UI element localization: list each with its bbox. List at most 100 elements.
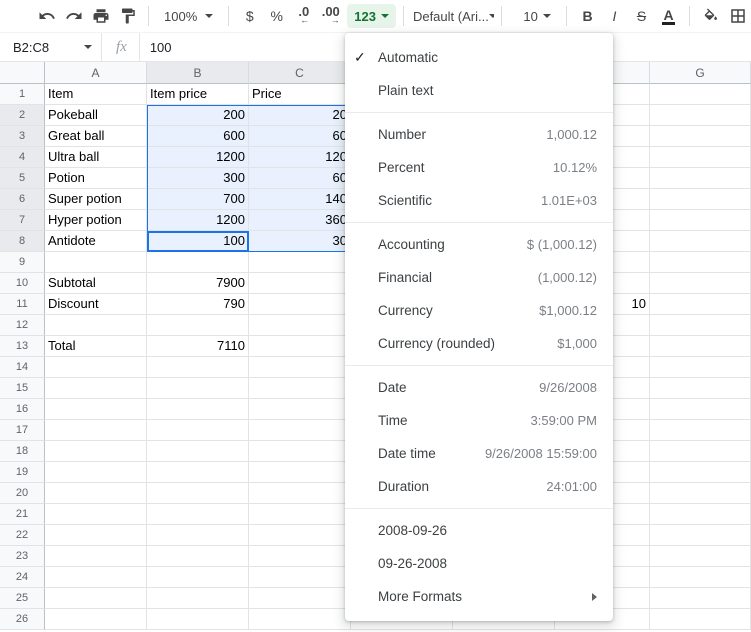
column-header-C[interactable]: C [249, 62, 351, 84]
cell-C24[interactable] [249, 567, 351, 588]
cell-G18[interactable] [650, 441, 751, 462]
row-header-9[interactable]: 9 [0, 252, 45, 273]
cell-C15[interactable] [249, 378, 351, 399]
cell-A18[interactable] [45, 441, 147, 462]
cell-A4[interactable]: Ultra ball [45, 147, 147, 168]
paint-format-button[interactable] [114, 4, 141, 28]
cell-B10[interactable]: 7900 [147, 273, 249, 294]
cell-B17[interactable] [147, 420, 249, 441]
cell-C6[interactable]: 140 [249, 189, 351, 210]
cell-C3[interactable]: 60 [249, 126, 351, 147]
row-header-26[interactable]: 26 [0, 609, 45, 630]
cell-G10[interactable] [650, 273, 751, 294]
cell-G21[interactable] [650, 504, 751, 525]
cell-A25[interactable] [45, 588, 147, 609]
cell-G16[interactable] [650, 399, 751, 420]
cell-A6[interactable]: Super potion [45, 189, 147, 210]
menu-item-time[interactable]: Time3:59:00 PM [345, 404, 613, 437]
cell-C10[interactable] [249, 273, 351, 294]
menu-item-date-dash[interactable]: 09-26-2008 [345, 547, 613, 580]
cell-G3[interactable] [650, 126, 751, 147]
cell-C5[interactable]: 60 [249, 168, 351, 189]
cell-G26[interactable] [650, 609, 751, 630]
row-header-6[interactable]: 6 [0, 189, 45, 210]
cell-A2[interactable]: Pokeball [45, 105, 147, 126]
cell-C2[interactable]: 20 [249, 105, 351, 126]
cell-A22[interactable] [45, 525, 147, 546]
cell-G12[interactable] [650, 315, 751, 336]
cell-A20[interactable] [45, 483, 147, 504]
cell-C4[interactable]: 120 [249, 147, 351, 168]
row-header-12[interactable]: 12 [0, 315, 45, 336]
cell-G5[interactable] [650, 168, 751, 189]
cell-B7[interactable]: 1200 [147, 210, 249, 231]
menu-item-number[interactable]: Number1,000.12 [345, 118, 613, 151]
cell-C25[interactable] [249, 588, 351, 609]
cell-C13[interactable] [249, 336, 351, 357]
cell-G1[interactable] [650, 84, 751, 105]
cell-A10[interactable]: Subtotal [45, 273, 147, 294]
column-header-B[interactable]: B [147, 62, 249, 84]
cell-B5[interactable]: 300 [147, 168, 249, 189]
cell-B21[interactable] [147, 504, 249, 525]
zoom-select[interactable]: 100% [156, 4, 221, 28]
row-header-3[interactable]: 3 [0, 126, 45, 147]
column-header-A[interactable]: A [45, 62, 147, 84]
cell-B8[interactable]: 100 [147, 231, 249, 252]
menu-item-plain-text[interactable]: Plain text [345, 74, 613, 107]
row-header-17[interactable]: 17 [0, 420, 45, 441]
cell-G15[interactable] [650, 378, 751, 399]
cell-B4[interactable]: 1200 [147, 147, 249, 168]
row-header-1[interactable]: 1 [0, 84, 45, 105]
undo-button[interactable] [33, 4, 60, 28]
row-header-22[interactable]: 22 [0, 525, 45, 546]
cell-A11[interactable]: Discount [45, 294, 147, 315]
cell-G9[interactable] [650, 252, 751, 273]
cell-C20[interactable] [249, 483, 351, 504]
cell-B20[interactable] [147, 483, 249, 504]
cell-C14[interactable] [249, 357, 351, 378]
cell-A5[interactable]: Potion [45, 168, 147, 189]
cell-B24[interactable] [147, 567, 249, 588]
cell-C11[interactable] [249, 294, 351, 315]
cell-G25[interactable] [650, 588, 751, 609]
row-header-10[interactable]: 10 [0, 273, 45, 294]
menu-item-date-iso[interactable]: 2008-09-26 [345, 514, 613, 547]
cell-C7[interactable]: 360 [249, 210, 351, 231]
menu-item-more-formats[interactable]: More Formats [345, 580, 613, 613]
cell-G8[interactable] [650, 231, 751, 252]
cell-B1[interactable]: Item price [147, 84, 249, 105]
cell-A3[interactable]: Great ball [45, 126, 147, 147]
font-size-select[interactable]: 10 [509, 4, 559, 28]
cell-A7[interactable]: Hyper potion [45, 210, 147, 231]
cell-B19[interactable] [147, 462, 249, 483]
row-header-20[interactable]: 20 [0, 483, 45, 504]
row-header-24[interactable]: 24 [0, 567, 45, 588]
cell-A21[interactable] [45, 504, 147, 525]
cell-A19[interactable] [45, 462, 147, 483]
cell-B15[interactable] [147, 378, 249, 399]
cell-B9[interactable] [147, 252, 249, 273]
strikethrough-button[interactable]: S [628, 4, 655, 28]
borders-button[interactable] [724, 4, 751, 28]
row-header-15[interactable]: 15 [0, 378, 45, 399]
cell-A24[interactable] [45, 567, 147, 588]
row-header-18[interactable]: 18 [0, 441, 45, 462]
print-button[interactable] [87, 4, 114, 28]
cell-B26[interactable] [147, 609, 249, 630]
cell-A8[interactable]: Antidote [45, 231, 147, 252]
cell-B23[interactable] [147, 546, 249, 567]
cell-C16[interactable] [249, 399, 351, 420]
row-header-21[interactable]: 21 [0, 504, 45, 525]
cell-A16[interactable] [45, 399, 147, 420]
cell-B12[interactable] [147, 315, 249, 336]
name-box[interactable]: B2:C8 [0, 40, 101, 55]
menu-item-financial[interactable]: Financial(1,000.12) [345, 261, 613, 294]
cell-B14[interactable] [147, 357, 249, 378]
cell-B16[interactable] [147, 399, 249, 420]
cell-A14[interactable] [45, 357, 147, 378]
cell-G4[interactable] [650, 147, 751, 168]
cell-G14[interactable] [650, 357, 751, 378]
cell-G23[interactable] [650, 546, 751, 567]
menu-item-currency[interactable]: Currency$1,000.12 [345, 294, 613, 327]
